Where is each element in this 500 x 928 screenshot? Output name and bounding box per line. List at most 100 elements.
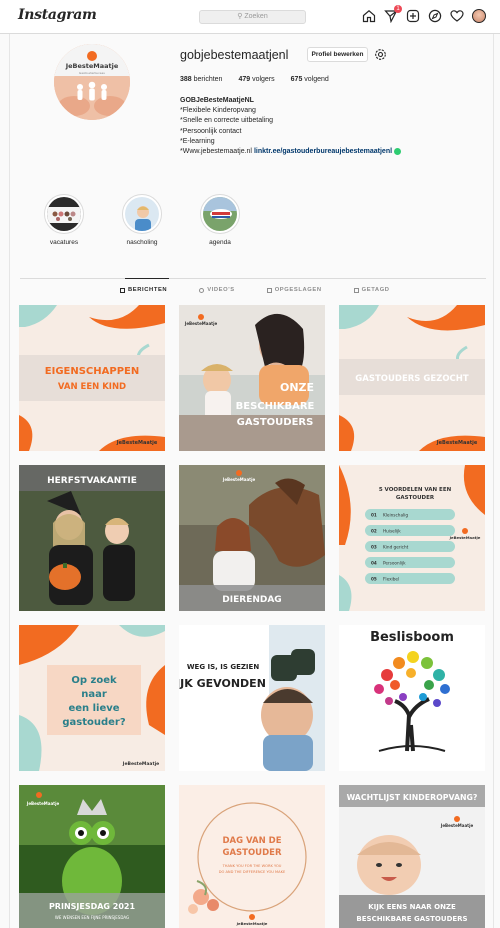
post-dierendag[interactable]: JeBesteMaatje DIERENDAG (179, 465, 325, 611)
bookmark-icon (266, 287, 272, 293)
post-brand: JeBesteMaatje (222, 477, 256, 482)
post-beslisboom[interactable]: Beslisboom (339, 625, 485, 771)
list-item: Huiselijk (383, 529, 401, 534)
tab-berichten[interactable]: BERICHTEN (120, 287, 167, 293)
post-text: DIERENDAG (222, 595, 281, 605)
highlight-ring (44, 194, 84, 234)
highlight-image (203, 197, 237, 231)
post-brand: JeBesteMaatje (449, 535, 481, 540)
post-op-zoek-naar-gastouder[interactable]: Op zoek naar een lieve gastouder? JeBest… (19, 625, 165, 771)
notification-badge: 1 (394, 5, 402, 13)
bio-line: *Persoonlijk contact (180, 127, 242, 135)
post-text: WEG IS, IS GEZIEN (187, 663, 260, 671)
list-item: Kind gericht (383, 545, 409, 550)
highlight-image (47, 197, 81, 231)
highlight-label: nascholing (126, 239, 158, 246)
bio-line: *Flexibele Kinderopvang (180, 107, 256, 115)
search-placeholder: Zoeken (244, 13, 268, 20)
instagram-logo[interactable]: Instagram (18, 7, 97, 23)
post-dag-van-de-gastouder[interactable]: DAG VAN DE GASTOUDER THANK YOU FOR THE W… (179, 785, 325, 928)
following-label: volgend (304, 76, 329, 83)
followers-label: volgers (252, 76, 275, 83)
post-text: GASTOUDERS GEZOCHT (355, 374, 469, 384)
bio-website: *Www.jebestemaatje.nl (180, 148, 252, 156)
list-number: 05 (371, 577, 377, 582)
post-wachtlijst-kinderopvang[interactable]: JeBesteMaatje WACHTLIJST KINDEROPVANG? K… (339, 785, 485, 928)
tab-getagd[interactable]: GETAGD (353, 287, 390, 293)
stat-followers[interactable]: 479 volgers (238, 76, 274, 83)
bio-line: *Snelle en correcte uitbetaling (180, 117, 274, 125)
bio-link[interactable]: linktr.ee/gastouderbureaujebestemaatjenl (254, 148, 392, 155)
post-text: PRINSJESDAG 2021 (49, 902, 136, 911)
highlight-ring (122, 194, 162, 234)
highlight-agenda[interactable]: agenda (192, 194, 248, 246)
post-text: een lieve (68, 703, 119, 714)
new-post-icon[interactable] (406, 9, 420, 23)
story-highlights: vacatures nascholing agenda (36, 194, 248, 246)
list-item: Persoonlijk (383, 561, 406, 566)
post-onze-gastouders[interactable]: ONZE BESCHIKBARE GASTOUDERS JeBesteMaatj… (179, 305, 325, 451)
post-prinsjesdag[interactable]: JeBesteMaatje PRINSJESDAG 2021 WE WENSEN… (19, 785, 165, 928)
post-text: gastouder? (62, 717, 126, 728)
profile-stats: 388 berichten 479 volgers 675 volgend (180, 76, 329, 83)
avatar (472, 9, 486, 23)
tab-label: VIDEO'S (207, 287, 235, 293)
post-eigenschappen[interactable]: EIGENSCHAPPEN VAN EEN KIND JeBesteMaatje (19, 305, 165, 451)
post-text: DAG VAN DE (222, 836, 281, 846)
tab-label: OPGESLAGEN (274, 287, 322, 293)
video-icon (199, 287, 205, 293)
post-text: WACHTLIJST KINDEROPVANG? (347, 793, 478, 802)
list-number: 03 (371, 545, 377, 550)
tab-opgeslagen[interactable]: OPGESLAGEN (266, 287, 322, 293)
post-text: BESCHIKBARE (236, 401, 315, 412)
grid-icon (120, 287, 125, 293)
post-brand: JeBesteMaatje (184, 321, 218, 326)
following-count: 675 (290, 76, 303, 83)
profile-avatar-nav[interactable] (472, 9, 486, 23)
post-herfstvakantie[interactable]: HERFSTVAKANTIE (19, 465, 165, 611)
posts-label: berichten (193, 76, 223, 83)
direct-message-icon[interactable]: 1 (384, 5, 402, 23)
post-text: KIJK EENS NAAR ONZE (368, 903, 456, 911)
post-brand: JeBesteMaatje (436, 440, 478, 446)
post-brand: JeBesteMaatje (26, 801, 60, 806)
profile-username: gobjebestemaatjenl (180, 48, 289, 62)
avatar-brand-text: JeBesteMaatje (65, 62, 119, 70)
list-number: 02 (371, 529, 377, 534)
home-icon[interactable] (362, 9, 376, 23)
highlight-image (125, 197, 159, 231)
post-brand: JeBesteMaatje (116, 440, 158, 446)
post-brand: JeBesteMaatje (440, 823, 474, 828)
stat-following[interactable]: 675 volgend (291, 76, 329, 83)
bio-name: GOBJeBesteMaatjeNL (180, 97, 254, 104)
posts-count: 388 (180, 76, 192, 83)
edit-profile-button[interactable]: Profiel bewerken (307, 47, 368, 62)
search-input[interactable]: ⚲ Zoeken (199, 10, 306, 24)
post-gastouders-gezocht[interactable]: GASTOUDERS GEZOCHT JeBesteMaatje (339, 305, 485, 451)
heart-icon[interactable] (450, 9, 464, 23)
highlight-label: agenda (209, 239, 231, 246)
post-weg-is-gezien[interactable]: WEG IS, IS GEZIEN IJK GEVONDEN (179, 625, 325, 771)
explore-icon[interactable] (428, 9, 442, 23)
highlight-vacatures[interactable]: vacatures (36, 194, 92, 246)
highlight-ring (200, 194, 240, 234)
post-brand: JeBesteMaatje (236, 921, 268, 926)
check-icon (394, 147, 402, 155)
tab-videos[interactable]: VIDEO'S (199, 287, 234, 293)
tabs-divider (20, 278, 486, 279)
post-text: Beslisboom (370, 630, 454, 645)
post-text: EIGENSCHAPPEN (45, 366, 139, 377)
profile-avatar[interactable]: JeBesteMaatje Gastouderbureau (54, 44, 130, 120)
post-5-voordelen[interactable]: 5 VOORDELEN VAN EEN GASTOUDER 01 Kleinsch… (339, 465, 485, 611)
settings-gear-icon[interactable] (374, 48, 387, 61)
highlight-nascholing[interactable]: nascholing (114, 194, 170, 246)
post-text: IJK GEVONDEN (179, 677, 266, 690)
post-text: naar (81, 689, 107, 700)
tab-label: BERICHTEN (128, 287, 168, 293)
tag-icon (353, 287, 359, 293)
post-text: WE WENSEN EEN FIJNE PRINSJESDAG (55, 915, 129, 920)
profile-tabs: BERICHTEN VIDEO'S OPGESLAGEN GETAGD (120, 287, 390, 293)
post-brand: JeBesteMaatje (122, 761, 159, 767)
post-text: THANK YOU FOR THE WORK YOU (222, 864, 282, 868)
posts-grid: EIGENSCHAPPEN VAN EEN KIND JeBesteMaatje… (19, 305, 486, 928)
